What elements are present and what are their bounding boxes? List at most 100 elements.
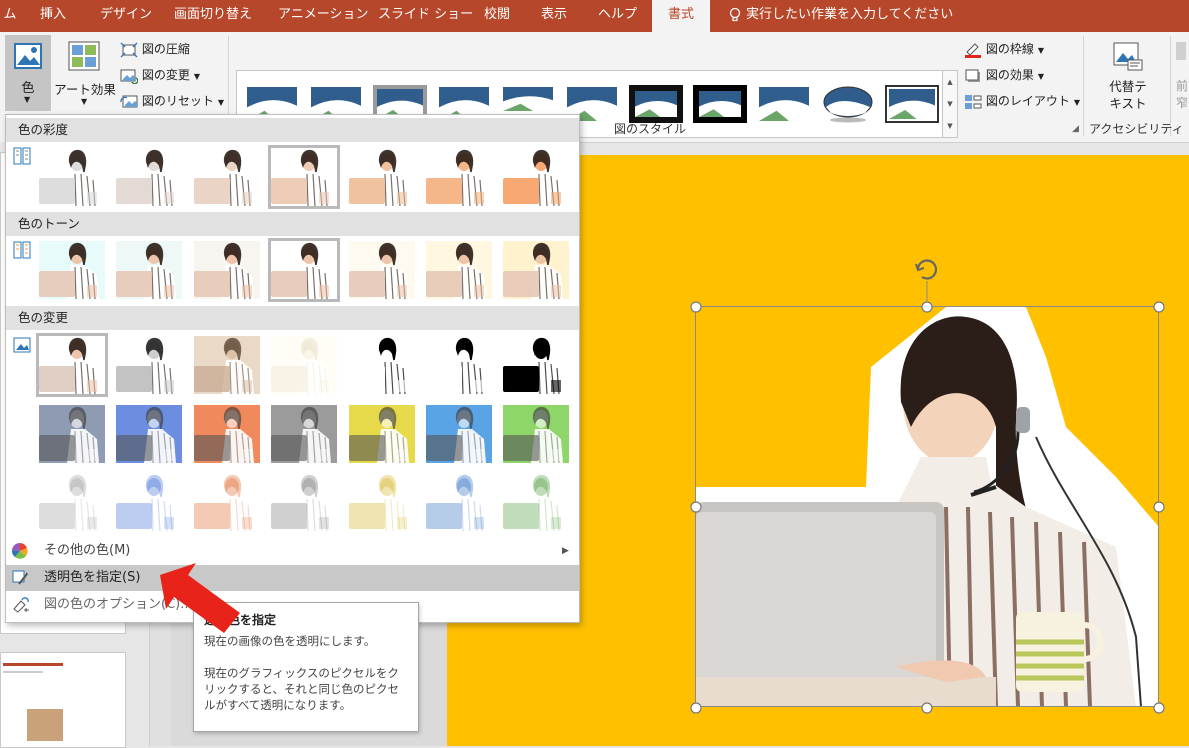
recolor-swatch[interactable] bbox=[271, 336, 337, 395]
tab-home[interactable]: ム bbox=[0, 0, 20, 32]
recolor-swatch[interactable] bbox=[116, 336, 182, 395]
picture-layout-button[interactable]: 図のレイアウト ▼ bbox=[964, 92, 1080, 110]
saturation-swatch[interactable] bbox=[39, 148, 105, 207]
recolor-swatch[interactable] bbox=[503, 405, 569, 464]
recolor-swatch[interactable] bbox=[503, 473, 569, 532]
thumbnail-image bbox=[426, 473, 492, 532]
recolor-swatch[interactable] bbox=[194, 473, 260, 532]
thumbnail-image bbox=[116, 405, 182, 464]
reset-picture-button[interactable]: 図のリセット ▼ bbox=[120, 92, 224, 110]
tab-format[interactable]: 書式 bbox=[652, 0, 710, 32]
picture-effects-button[interactable]: 図の効果 ▼ bbox=[964, 66, 1044, 84]
tab-insert[interactable]: 挿入 bbox=[40, 0, 66, 32]
compress-pictures-button[interactable]: 図の圧縮 bbox=[120, 40, 190, 58]
scroll-up-icon[interactable]: ▲ bbox=[943, 71, 957, 93]
tone-swatch[interactable] bbox=[349, 241, 415, 300]
more-colors-label: その他の色(M) bbox=[44, 543, 131, 558]
resize-handles[interactable] bbox=[688, 255, 1168, 717]
recolor-swatch[interactable] bbox=[116, 405, 182, 464]
picture-style-thumbnail[interactable] bbox=[693, 85, 747, 123]
chevron-down-icon: ▼ bbox=[193, 72, 200, 81]
recolor-swatch[interactable] bbox=[426, 473, 492, 532]
tone-swatch[interactable] bbox=[39, 241, 105, 300]
art-effects-button[interactable]: アート効果 ▼ bbox=[54, 35, 116, 111]
color-button[interactable]: 色 ▼ bbox=[5, 35, 51, 111]
recolor-swatch[interactable] bbox=[349, 473, 415, 532]
picture-style-thumbnail[interactable] bbox=[757, 85, 811, 123]
handle-bottom[interactable] bbox=[921, 702, 933, 714]
recolor-swatch[interactable] bbox=[194, 405, 260, 464]
recolor-swatch[interactable] bbox=[116, 473, 182, 532]
saturation-swatch[interactable] bbox=[268, 145, 340, 209]
alt-text-button[interactable]: 代替テ キスト bbox=[1090, 36, 1166, 116]
chevron-down-icon: ▼ bbox=[24, 95, 31, 104]
handle-top-left[interactable] bbox=[690, 301, 702, 313]
thumbnail-image bbox=[39, 336, 105, 395]
compress-label: 図の圧縮 bbox=[141, 42, 190, 56]
tab-design[interactable]: デザイン bbox=[100, 0, 152, 32]
reset-picture-icon bbox=[120, 95, 138, 107]
group-divider bbox=[1083, 36, 1084, 136]
handle-left[interactable] bbox=[690, 501, 702, 513]
rotate-handle-icon[interactable] bbox=[915, 259, 938, 280]
thumbnail-image bbox=[349, 241, 415, 300]
recolor-swatch[interactable] bbox=[271, 473, 337, 532]
tab-review[interactable]: 校閲 bbox=[484, 0, 510, 32]
bring-forward-button[interactable]: 前 窄 bbox=[1176, 42, 1189, 112]
change-picture-button[interactable]: 図の変更 ▼ bbox=[120, 66, 200, 84]
tab-transitions[interactable]: 画面切り替え bbox=[174, 0, 252, 32]
thumbnail-image bbox=[116, 473, 182, 532]
recolor-swatch[interactable] bbox=[426, 336, 492, 395]
picture-style-thumbnail[interactable] bbox=[885, 85, 939, 123]
handle-top-right[interactable] bbox=[1153, 301, 1165, 313]
thumbnail-image bbox=[271, 148, 337, 207]
recolor-swatch[interactable] bbox=[271, 405, 337, 464]
saturation-swatch[interactable] bbox=[116, 148, 182, 207]
picture-border-icon bbox=[965, 42, 981, 58]
tone-swatch[interactable] bbox=[426, 241, 492, 300]
tell-me-text: 実行したい作業を入力してください bbox=[746, 7, 954, 22]
recolor-swatch[interactable] bbox=[426, 405, 492, 464]
color-button-label: 色 bbox=[21, 81, 35, 96]
tab-view[interactable]: 表示 bbox=[541, 0, 567, 32]
handle-top[interactable] bbox=[921, 301, 933, 313]
tab-slideshow[interactable]: スライド ショー bbox=[378, 0, 473, 32]
tone-swatch[interactable] bbox=[503, 241, 569, 300]
dialog-launcher-icon[interactable]: ◢ bbox=[1072, 124, 1079, 134]
picture-style-thumbnail[interactable] bbox=[821, 85, 875, 123]
saturation-swatch[interactable] bbox=[503, 148, 569, 207]
set-transparent-color-item[interactable]: 透明色を指定(S) bbox=[6, 565, 579, 591]
saturation-swatch[interactable] bbox=[349, 148, 415, 207]
tab-animations[interactable]: アニメーション bbox=[278, 0, 368, 32]
scroll-down-icon[interactable]: ▼ bbox=[943, 93, 957, 115]
more-colors-item[interactable]: その他の色(M) ▶ bbox=[6, 538, 579, 564]
recolor-swatch[interactable] bbox=[194, 336, 260, 395]
recolor-swatch[interactable] bbox=[36, 333, 108, 397]
tell-me-box[interactable]: 実行したい作業を入力してください bbox=[728, 0, 953, 32]
recolor-swatch[interactable] bbox=[39, 473, 105, 532]
recolor-swatch[interactable] bbox=[503, 336, 569, 395]
picture-border-button[interactable]: 図の枠線 ▼ bbox=[964, 40, 1044, 58]
recolor-swatch[interactable] bbox=[39, 405, 105, 464]
gallery-scroll[interactable]: ▲ ▼ ▼ bbox=[942, 70, 958, 138]
tone-swatch[interactable] bbox=[116, 241, 182, 300]
saturation-swatch[interactable] bbox=[194, 148, 260, 207]
gallery-more-icon[interactable]: ▼ bbox=[943, 115, 957, 137]
art-effects-icon bbox=[68, 41, 100, 71]
tone-swatch[interactable] bbox=[194, 241, 260, 300]
handle-right[interactable] bbox=[1153, 501, 1165, 513]
handle-bottom-right[interactable] bbox=[1153, 702, 1165, 714]
tab-help[interactable]: ヘルプ bbox=[598, 0, 637, 32]
thumbnail-image bbox=[426, 241, 492, 300]
handle-bottom-left[interactable] bbox=[690, 702, 702, 714]
thumbnail-image bbox=[39, 148, 105, 207]
styles-group-label: 図のスタイル bbox=[614, 122, 687, 136]
tone-swatch[interactable] bbox=[268, 238, 340, 302]
slide-thumbnail[interactable] bbox=[0, 652, 126, 748]
saturation-swatch[interactable] bbox=[426, 148, 492, 207]
picture-color-icon bbox=[14, 43, 42, 69]
picture-style-thumbnail[interactable] bbox=[629, 85, 683, 123]
thumbnail-image bbox=[426, 405, 492, 464]
recolor-swatch[interactable] bbox=[349, 405, 415, 464]
recolor-swatch[interactable] bbox=[349, 336, 415, 395]
